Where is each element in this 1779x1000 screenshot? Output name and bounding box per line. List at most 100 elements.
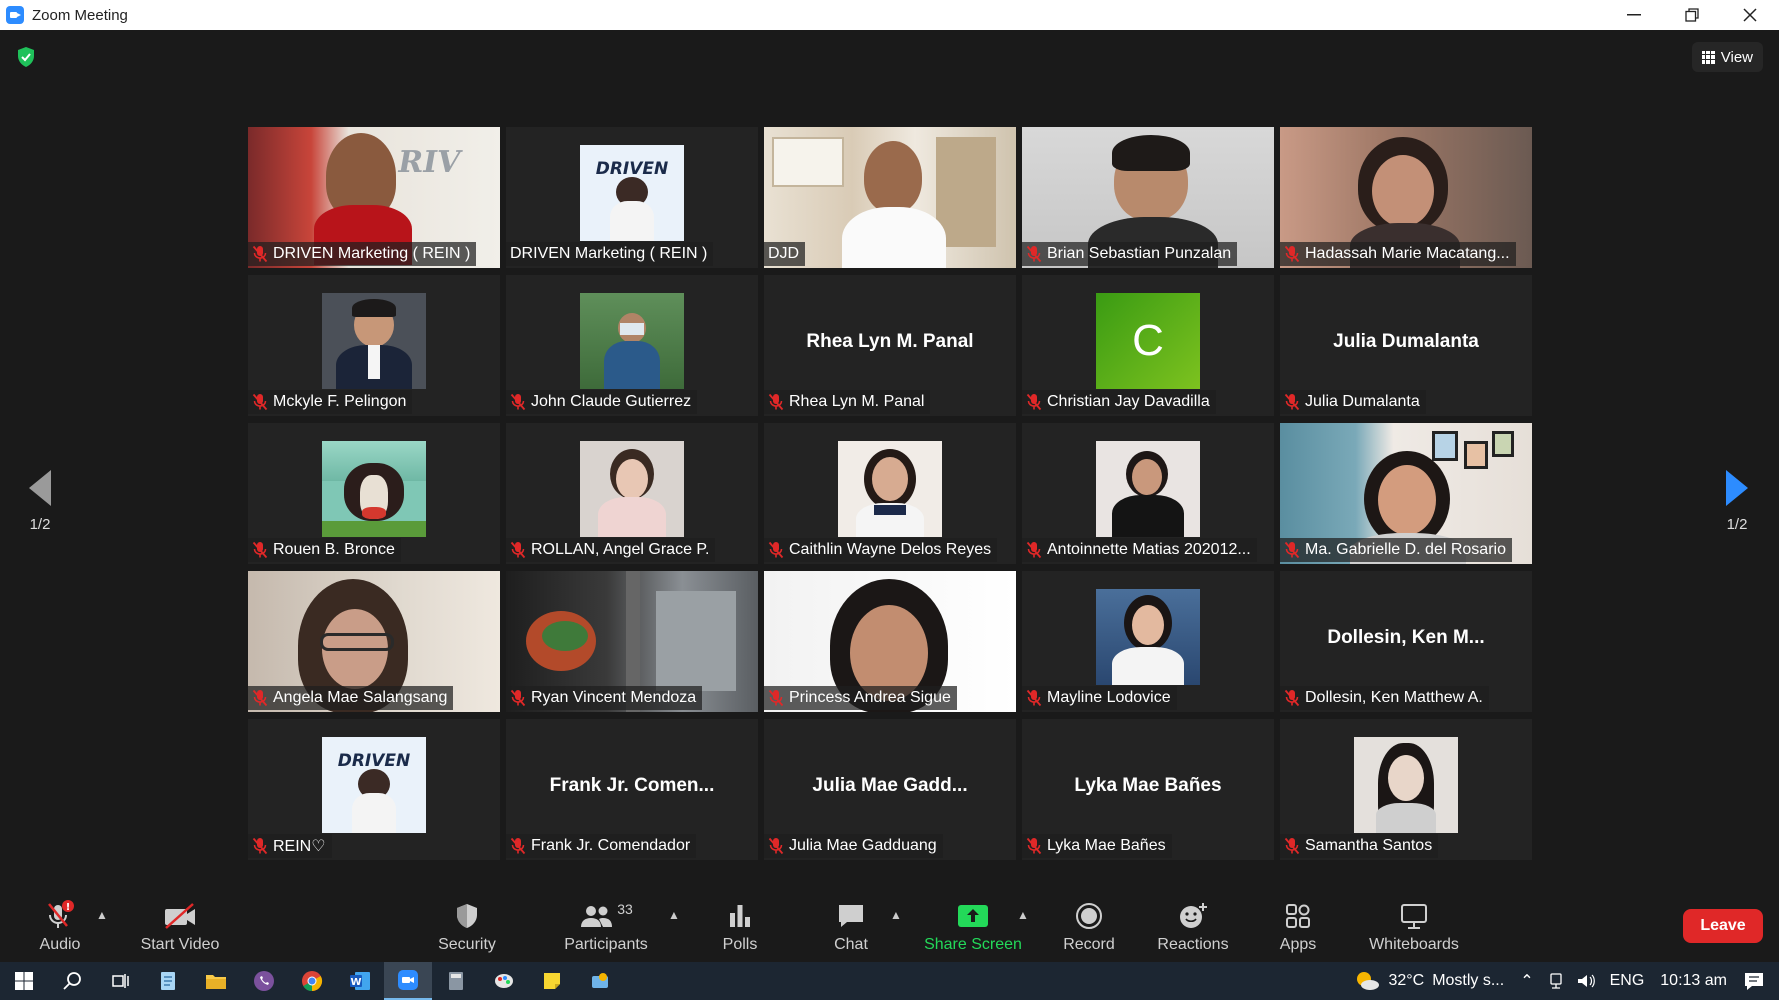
participant-photo (580, 293, 684, 389)
start-video-button[interactable]: Start Video (130, 900, 230, 954)
participant-tile[interactable]: DRIVEN REIN♡ (248, 719, 500, 860)
muted-mic-icon (1026, 245, 1042, 263)
task-view-button[interactable] (96, 962, 144, 1000)
taskbar-file-explorer[interactable] (192, 962, 240, 1000)
record-button[interactable]: Record (1039, 900, 1139, 954)
taskbar-search-button[interactable] (48, 962, 96, 1000)
window-titlebar: Zoom Meeting (0, 0, 1779, 30)
grid-view-icon (1701, 50, 1715, 64)
participant-tile[interactable]: RIV DRIVEN Marketing ( REIN ) (248, 127, 500, 268)
encryption-shield-icon[interactable] (16, 46, 36, 68)
taskbar-viber[interactable] (240, 962, 288, 1000)
participant-photo: DRIVEN (322, 737, 426, 833)
speaker-volume-icon[interactable] (1576, 972, 1596, 990)
participant-tile[interactable]: ROLLAN, Angel Grace P. (506, 423, 758, 564)
clock-time[interactable]: 10:13 am (1660, 972, 1727, 990)
tray-expand-icon[interactable]: ⌃ (1520, 971, 1533, 991)
participant-name: Ma. Gabrielle D. del Rosario (1305, 541, 1506, 558)
participant-tile[interactable]: Julia Dumalanta Julia Dumalanta (1280, 275, 1532, 416)
input-language[interactable]: ENG (1610, 972, 1645, 990)
taskbar-calculator[interactable] (432, 962, 480, 1000)
previous-page-button[interactable]: 1/2 (20, 470, 60, 533)
taskbar-snip-tool[interactable] (576, 962, 624, 1000)
participants-button[interactable]: 33 Participants (554, 900, 658, 954)
restore-button[interactable] (1663, 0, 1721, 30)
minimize-button[interactable] (1605, 0, 1663, 30)
participant-name-label: Rhea Lyn M. Panal (764, 390, 931, 414)
participant-tile[interactable]: Rouen B. Bronce (248, 423, 500, 564)
participant-tile[interactable]: Princess Andrea Sigue (764, 571, 1016, 712)
taskbar-sticky-notes[interactable] (528, 962, 576, 1000)
taskbar-chrome[interactable] (288, 962, 336, 1000)
share-screen-options-caret[interactable]: ▲ (1017, 908, 1029, 922)
participant-name-label: Julia Dumalanta (1280, 390, 1426, 414)
page-indicator-left: 1/2 (29, 516, 51, 533)
gallery-grid: RIV DRIVEN Marketing ( REIN ) DRIVEN DRIVEN… (248, 127, 1532, 892)
task-view-icon (112, 974, 129, 988)
participant-tile[interactable]: Hadassah Marie Macatang... (1280, 127, 1532, 268)
windows-logo-icon (15, 972, 33, 990)
participant-tile[interactable]: DRIVEN DRIVEN Marketing ( REIN ) (506, 127, 758, 268)
muted-mic-icon (1026, 393, 1042, 411)
chat-button[interactable]: Chat (801, 900, 901, 954)
taskbar-notepad[interactable] (144, 962, 192, 1000)
muted-mic-icon (768, 837, 784, 855)
participant-tile[interactable]: Brian Sebastian Punzalan (1022, 127, 1274, 268)
polls-button[interactable]: Polls (690, 900, 790, 954)
weather-condition[interactable]: Mostly s... (1432, 972, 1504, 990)
notification-center-icon[interactable] (1743, 971, 1765, 991)
participant-tile[interactable]: Samantha Santos (1280, 719, 1532, 860)
participant-name-label: Lyka Mae Bañes (1022, 834, 1172, 858)
leave-button[interactable]: Leave (1683, 909, 1763, 943)
participant-tile[interactable]: Dollesin, Ken M... Dollesin, Ken Matthew … (1280, 571, 1532, 712)
participant-tile[interactable]: Frank Jr. Comen... Frank Jr. Comendador (506, 719, 758, 860)
participant-tile[interactable]: Ryan Vincent Mendoza (506, 571, 758, 712)
participant-tile[interactable]: Antoinnette Matias 202012... (1022, 423, 1274, 564)
security-button[interactable]: Security (417, 900, 517, 954)
participant-photo (322, 293, 426, 389)
participant-tile[interactable]: Mckyle F. Pelingon (248, 275, 500, 416)
close-button[interactable] (1721, 0, 1779, 30)
apps-button[interactable]: Apps (1248, 900, 1348, 954)
participants-options-caret[interactable]: ▲ (668, 908, 680, 922)
participant-tile[interactable]: Caithlin Wayne Delos Reyes (764, 423, 1016, 564)
taskbar-zoom[interactable] (384, 962, 432, 1000)
taskbar-paint[interactable] (480, 962, 528, 1000)
taskbar-word[interactable]: W (336, 962, 384, 1000)
windows-start-button[interactable] (0, 962, 48, 1000)
audio-options-caret[interactable]: ▲ (96, 908, 108, 922)
whiteboards-button[interactable]: Whiteboards (1362, 900, 1466, 954)
participant-tile[interactable]: Ma. Gabrielle D. del Rosario (1280, 423, 1532, 564)
reactions-button[interactable]: Reactions (1143, 900, 1243, 954)
participants-label: Participants (564, 936, 648, 953)
os-taskbar: W 32°C Mostly s... ⌃ ENG 10:13 am (0, 962, 1779, 1000)
weather-temperature[interactable]: 32°C (1388, 972, 1424, 990)
record-label: Record (1063, 936, 1115, 953)
chat-options-caret[interactable]: ▲ (890, 908, 902, 922)
participant-photo (1354, 737, 1458, 833)
chat-icon (839, 905, 863, 927)
participant-tile[interactable]: Mayline Lodovice (1022, 571, 1274, 712)
participant-tile[interactable]: Rhea Lyn M. Panal Rhea Lyn M. Panal (764, 275, 1016, 416)
participant-tile[interactable]: DJD (764, 127, 1016, 268)
participant-tile[interactable]: John Claude Gutierrez (506, 275, 758, 416)
polls-icon (730, 905, 750, 927)
participant-tile[interactable]: Julia Mae Gadd... Julia Mae Gadduang (764, 719, 1016, 860)
muted-mic-icon (1284, 393, 1300, 411)
next-page-button[interactable]: 1/2 (1717, 470, 1757, 533)
share-screen-button[interactable]: Share Screen (923, 900, 1023, 954)
view-button[interactable]: View (1691, 42, 1763, 72)
network-icon[interactable] (1548, 972, 1564, 990)
participant-tile[interactable]: C Christian Jay Davadilla (1022, 275, 1274, 416)
restore-icon (1685, 8, 1699, 22)
participant-name-label: John Claude Gutierrez (506, 390, 698, 414)
microphone-muted-icon: ! (48, 900, 74, 928)
participant-name-label: Antoinnette Matias 202012... (1022, 538, 1257, 562)
paint-icon (495, 974, 513, 988)
weather-sun-cloud-icon[interactable] (1354, 970, 1380, 992)
participant-name: Rouen B. Bronce (273, 541, 395, 558)
participant-tile[interactable]: Lyka Mae Bañes Lyka Mae Bañes (1022, 719, 1274, 860)
participant-tile[interactable]: Angela Mae Salangsang (248, 571, 500, 712)
close-icon (1743, 8, 1757, 22)
audio-button[interactable]: ! Audio (10, 900, 110, 954)
